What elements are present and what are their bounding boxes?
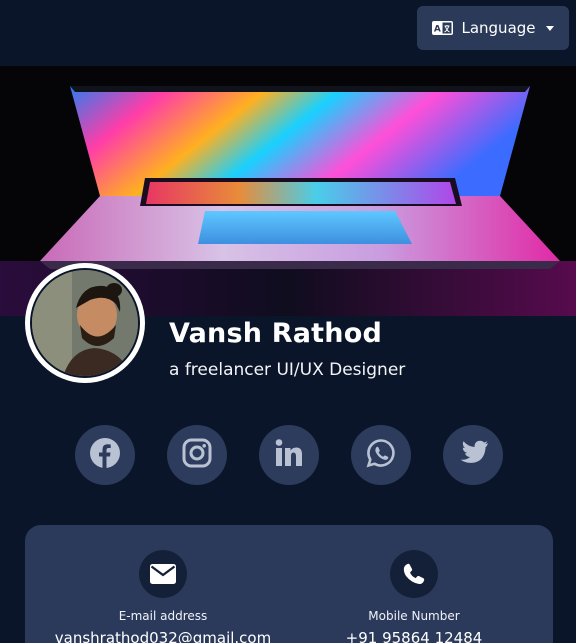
linkedin-icon (274, 438, 304, 472)
phone-label: Mobile Number (368, 609, 460, 623)
twitter-link[interactable] (443, 425, 503, 485)
profile-page: A Language Vansh Rathod a freelancer UI/… (0, 0, 576, 643)
whatsapp-link[interactable] (351, 425, 411, 485)
twitter-icon (457, 439, 489, 471)
facebook-link[interactable] (75, 425, 135, 485)
whatsapp-icon (366, 438, 396, 472)
profile-photo (30, 268, 140, 378)
phone-icon (390, 550, 438, 598)
email-contact[interactable]: E-mail address vanshrathod032@gmail.com (53, 525, 273, 643)
email-value[interactable]: vanshrathod032@gmail.com (53, 629, 273, 643)
chevron-down-icon (545, 25, 554, 31)
envelope-icon (139, 550, 187, 598)
language-label: Language (461, 19, 536, 37)
facebook-icon (89, 437, 121, 473)
phone-value[interactable]: +91 95864 12484 (304, 629, 524, 643)
instagram-icon (182, 438, 212, 472)
linkedin-link[interactable] (259, 425, 319, 485)
social-links (0, 425, 576, 485)
translate-icon: A (432, 21, 454, 35)
phone-contact[interactable]: Mobile Number +91 95864 12484 (304, 525, 524, 643)
instagram-link[interactable] (167, 425, 227, 485)
profile-tagline: a freelancer UI/UX Designer (169, 360, 406, 380)
profile-name: Vansh Rathod (169, 318, 382, 349)
avatar (25, 263, 145, 383)
svg-text:A: A (434, 25, 441, 35)
language-dropdown-button[interactable]: A Language (417, 6, 569, 50)
contact-card: E-mail address vanshrathod032@gmail.com … (25, 525, 553, 643)
email-label: E-mail address (118, 609, 208, 623)
